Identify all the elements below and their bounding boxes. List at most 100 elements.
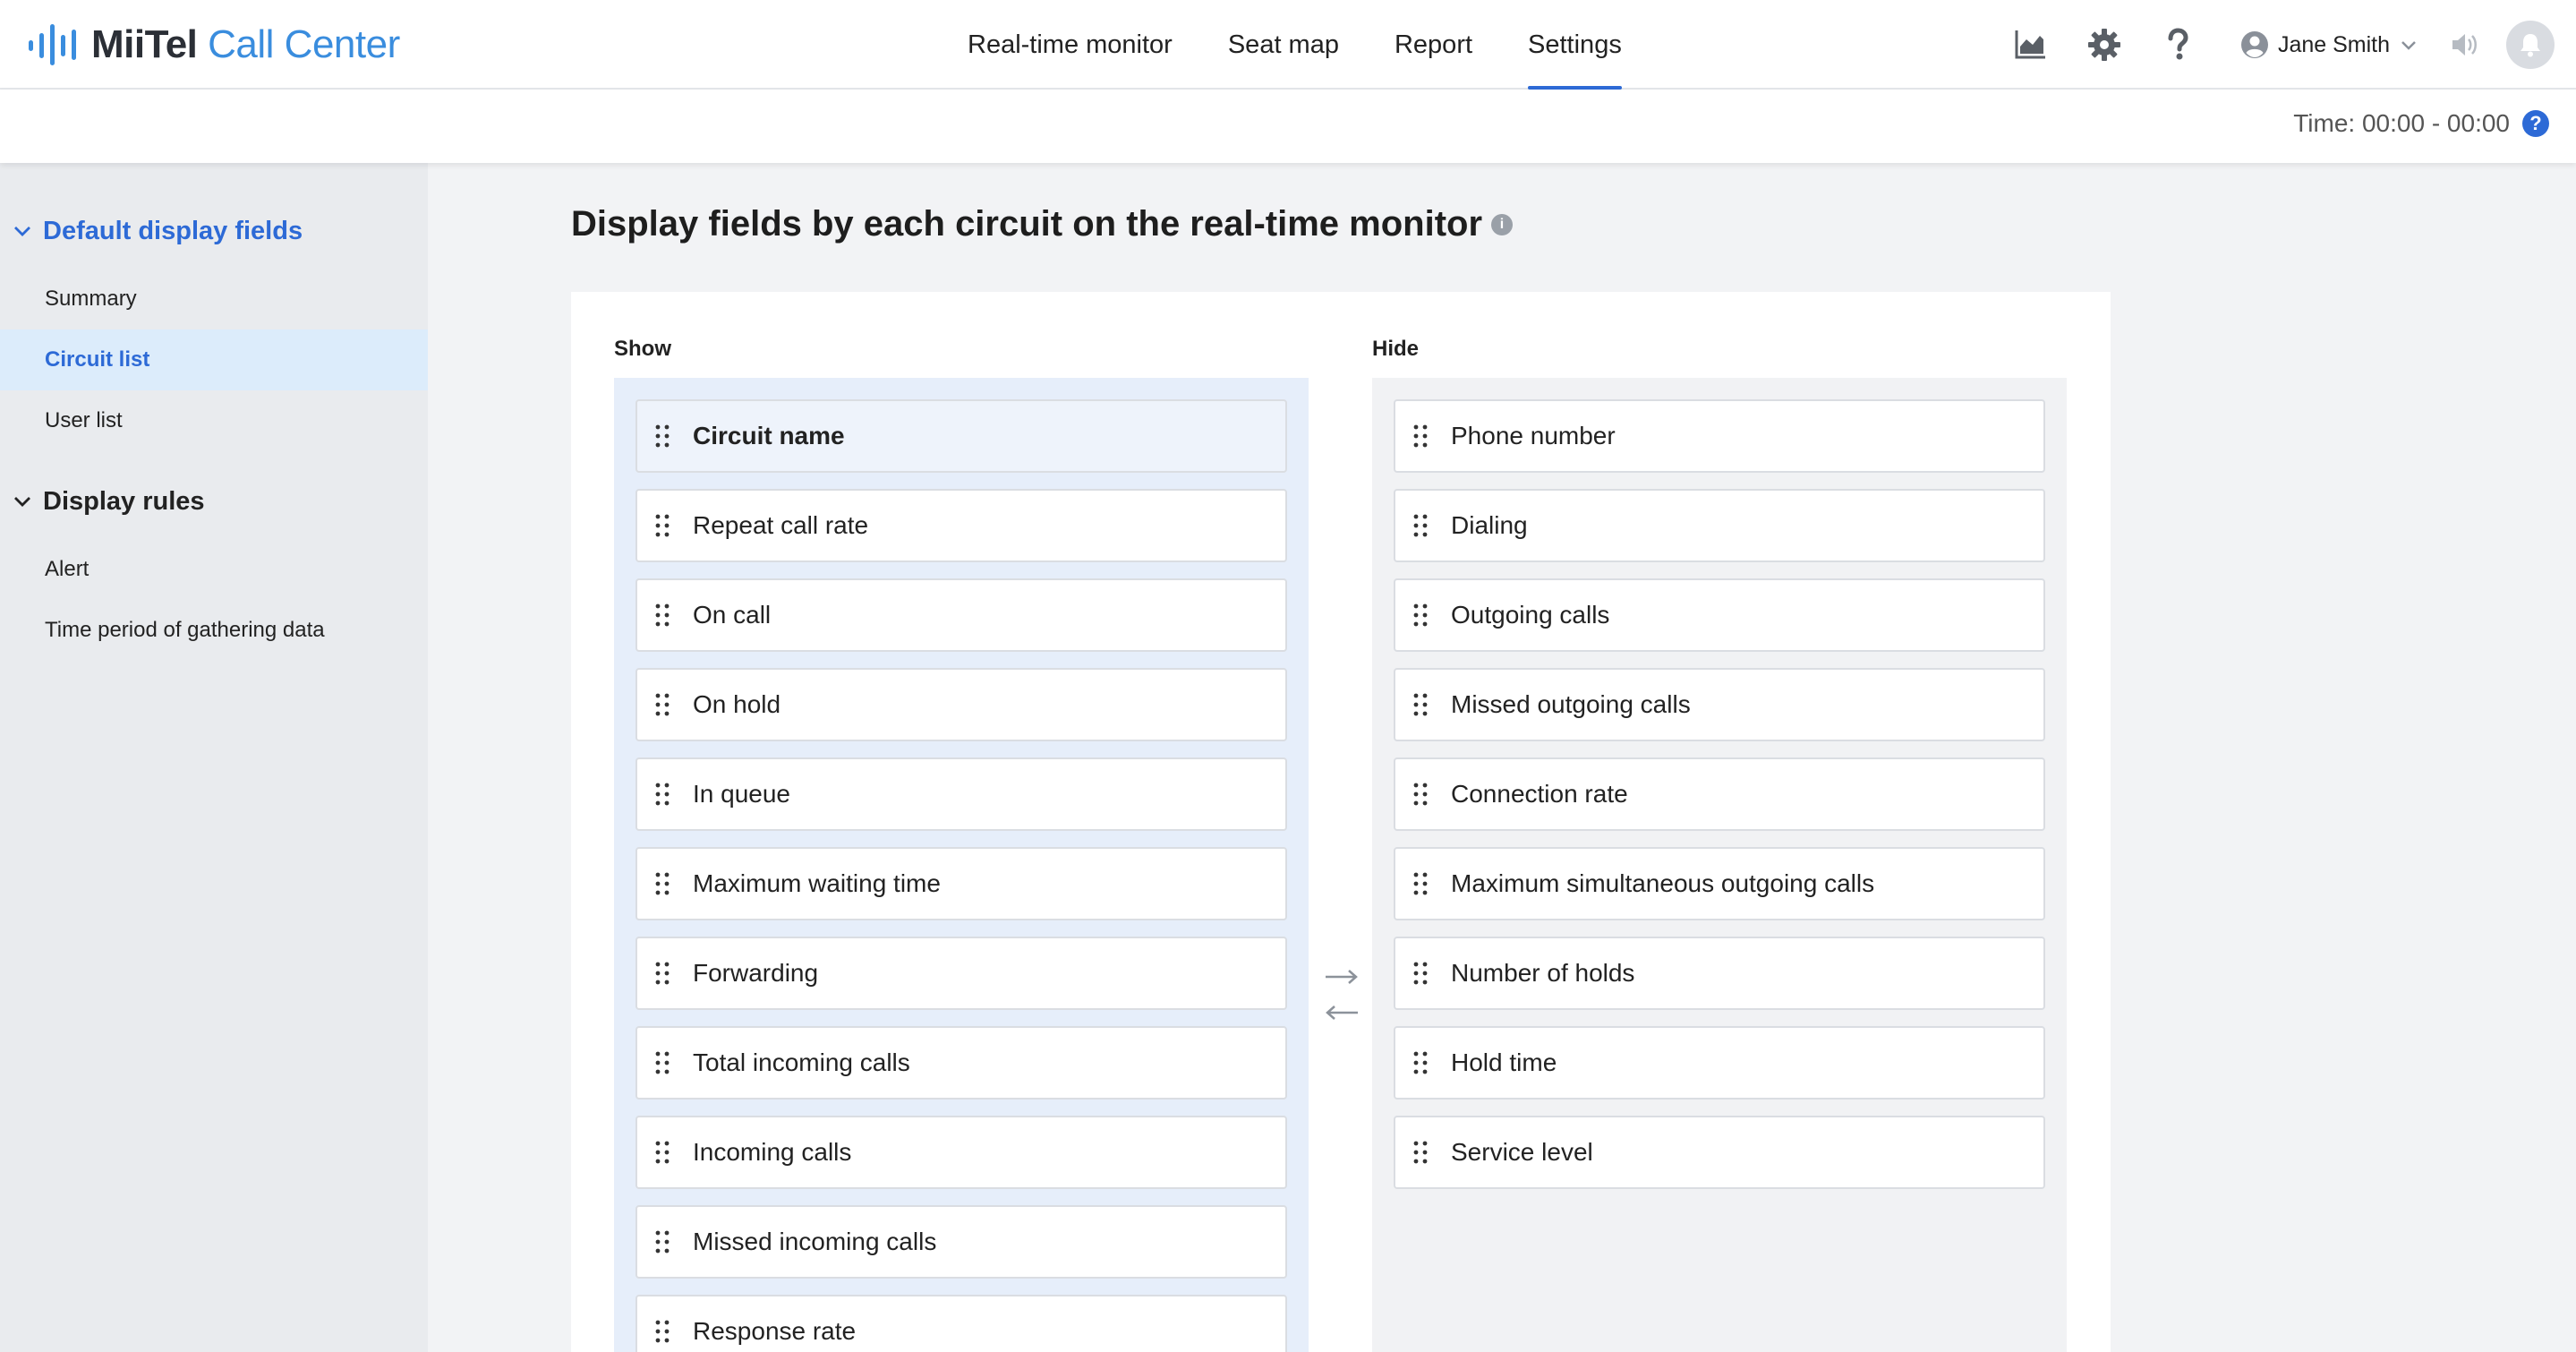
speaker-icon[interactable] xyxy=(2449,30,2479,60)
field-item[interactable]: Forwarding xyxy=(635,937,1287,1010)
field-item[interactable]: Circuit name xyxy=(635,399,1287,473)
sidebar-item-time-period[interactable]: Time period of gathering data xyxy=(0,600,428,661)
move-to-hide-button[interactable] xyxy=(1321,959,1362,995)
field-label: Connection rate xyxy=(1451,780,1628,808)
chevron-down-icon xyxy=(2401,41,2416,50)
drag-handle-icon[interactable] xyxy=(1412,602,1429,629)
sidebar-item-alert[interactable]: Alert xyxy=(0,539,428,600)
app-title: MiiTel Call Center xyxy=(91,22,400,67)
top-header: MiiTel Call Center Real-time monitor Sea… xyxy=(0,0,2576,90)
page-title-row: Display fields by each circuit on the re… xyxy=(571,204,1514,244)
sidebar-section-display-rules[interactable]: Display rules xyxy=(0,476,428,526)
sidebar-item-summary[interactable]: Summary xyxy=(0,269,428,329)
field-item[interactable]: On hold xyxy=(635,668,1287,741)
field-label: Circuit name xyxy=(693,422,845,449)
nav-real-time-monitor[interactable]: Real-time monitor xyxy=(940,0,1200,90)
nav-seat-map[interactable]: Seat map xyxy=(1200,0,1367,90)
field-item[interactable]: Missed outgoing calls xyxy=(1394,668,2045,741)
notification-bell-icon[interactable] xyxy=(2506,21,2555,69)
drag-handle-icon[interactable] xyxy=(1412,691,1429,718)
help-icon[interactable] xyxy=(2158,25,2197,64)
field-item[interactable]: Service level xyxy=(1394,1116,2045,1189)
drag-handle-icon[interactable] xyxy=(1412,781,1429,808)
chart-icon[interactable] xyxy=(2011,25,2051,64)
field-item[interactable]: Number of holds xyxy=(1394,937,2045,1010)
field-label: Phone number xyxy=(1451,422,1616,449)
gear-icon[interactable] xyxy=(2085,25,2124,64)
drag-handle-icon[interactable] xyxy=(653,870,671,897)
nav-report[interactable]: Report xyxy=(1367,0,1500,90)
field-item[interactable]: Connection rate xyxy=(1394,757,2045,831)
field-item[interactable]: Maximum simultaneous outgoing calls xyxy=(1394,847,2045,920)
drag-handle-icon[interactable] xyxy=(1412,423,1429,449)
chevron-down-icon xyxy=(14,497,30,507)
field-item[interactable]: Maximum waiting time xyxy=(635,847,1287,920)
sub-header: Time: 00:00 - 00:00 ? xyxy=(0,90,2576,163)
drag-handle-icon[interactable] xyxy=(1412,870,1429,897)
user-name: Jane Smith xyxy=(2277,31,2390,57)
drag-handle-icon[interactable] xyxy=(653,781,671,808)
drag-handle-icon[interactable] xyxy=(1412,960,1429,987)
sidebar-item-circuit-list[interactable]: Circuit list xyxy=(0,329,428,390)
drag-handle-icon[interactable] xyxy=(653,602,671,629)
field-label: Missed incoming calls xyxy=(693,1228,937,1255)
drag-handle-icon[interactable] xyxy=(653,512,671,539)
main-nav: Real-time monitor Seat map Report Settin… xyxy=(940,0,1650,90)
field-item[interactable]: Response rate xyxy=(635,1295,1287,1352)
user-menu[interactable]: Jane Smith xyxy=(2240,30,2418,59)
drag-handle-icon[interactable] xyxy=(653,960,671,987)
header-tools: Jane Smith xyxy=(1977,0,2555,90)
field-label: Missed outgoing calls xyxy=(1451,690,1691,718)
field-label: Forwarding xyxy=(693,959,819,987)
drag-handle-icon[interactable] xyxy=(653,691,671,718)
brand-name: MiiTel xyxy=(91,22,198,66)
drag-handle-icon[interactable] xyxy=(653,1139,671,1166)
field-label: Number of holds xyxy=(1451,959,1635,987)
move-to-show-button[interactable] xyxy=(1321,995,1362,1031)
show-fields-list: Circuit name Repeat call rate On call On… xyxy=(614,378,1309,1352)
drag-handle-icon[interactable] xyxy=(1412,512,1429,539)
help-circle-icon[interactable]: ? xyxy=(2522,110,2549,137)
drag-handle-icon[interactable] xyxy=(1412,1139,1429,1166)
nav-settings[interactable]: Settings xyxy=(1500,0,1650,90)
field-label: Incoming calls xyxy=(693,1138,852,1166)
field-item[interactable]: Total incoming calls xyxy=(635,1026,1287,1100)
transfer-arrows xyxy=(1321,959,1362,1031)
info-icon[interactable]: i xyxy=(1491,213,1514,235)
drag-handle-icon[interactable] xyxy=(1412,1049,1429,1076)
field-item[interactable]: Incoming calls xyxy=(635,1116,1287,1189)
field-label: Outgoing calls xyxy=(1451,601,1610,629)
field-item[interactable]: Hold time xyxy=(1394,1026,2045,1100)
field-item[interactable]: In queue xyxy=(635,757,1287,831)
time-range-text: Time: 00:00 - 00:00 xyxy=(2293,109,2510,137)
user-avatar-icon xyxy=(2240,31,2268,58)
chevron-down-icon xyxy=(14,227,30,236)
sidebar-item-user-list[interactable]: User list xyxy=(0,390,428,451)
drag-handle-icon[interactable] xyxy=(653,1228,671,1255)
drag-handle-icon[interactable] xyxy=(653,1318,671,1345)
settings-sidebar: Default display fields Summary Circuit l… xyxy=(0,163,428,1352)
hide-column-label: Hide xyxy=(1372,337,1420,361)
field-label: On call xyxy=(693,601,772,629)
drag-handle-icon[interactable] xyxy=(653,423,671,449)
field-label: In queue xyxy=(693,780,790,808)
field-item[interactable]: On call xyxy=(635,578,1287,652)
field-item[interactable]: Dialing xyxy=(1394,489,2045,562)
sidebar-section-label: Default display fields xyxy=(43,216,303,245)
sidebar-section-default-display-fields[interactable]: Default display fields xyxy=(0,206,428,256)
drag-handle-icon[interactable] xyxy=(653,1049,671,1076)
field-item[interactable]: Missed incoming calls xyxy=(635,1205,1287,1279)
field-item[interactable]: Outgoing calls xyxy=(1394,578,2045,652)
field-label: Maximum waiting time xyxy=(693,869,941,897)
field-label: Response rate xyxy=(693,1317,857,1345)
app-logo[interactable]: MiiTel Call Center xyxy=(27,20,400,70)
field-label: Repeat call rate xyxy=(693,511,869,539)
page-title: Display fields by each circuit on the re… xyxy=(571,204,1483,244)
field-label: Dialing xyxy=(1451,511,1528,539)
sidebar-section-label: Display rules xyxy=(43,486,205,516)
field-label: Service level xyxy=(1451,1138,1593,1166)
field-item[interactable]: Repeat call rate xyxy=(635,489,1287,562)
field-item[interactable]: Phone number xyxy=(1394,399,2045,473)
product-name: Call Center xyxy=(208,22,400,66)
field-label: Total incoming calls xyxy=(693,1048,910,1076)
